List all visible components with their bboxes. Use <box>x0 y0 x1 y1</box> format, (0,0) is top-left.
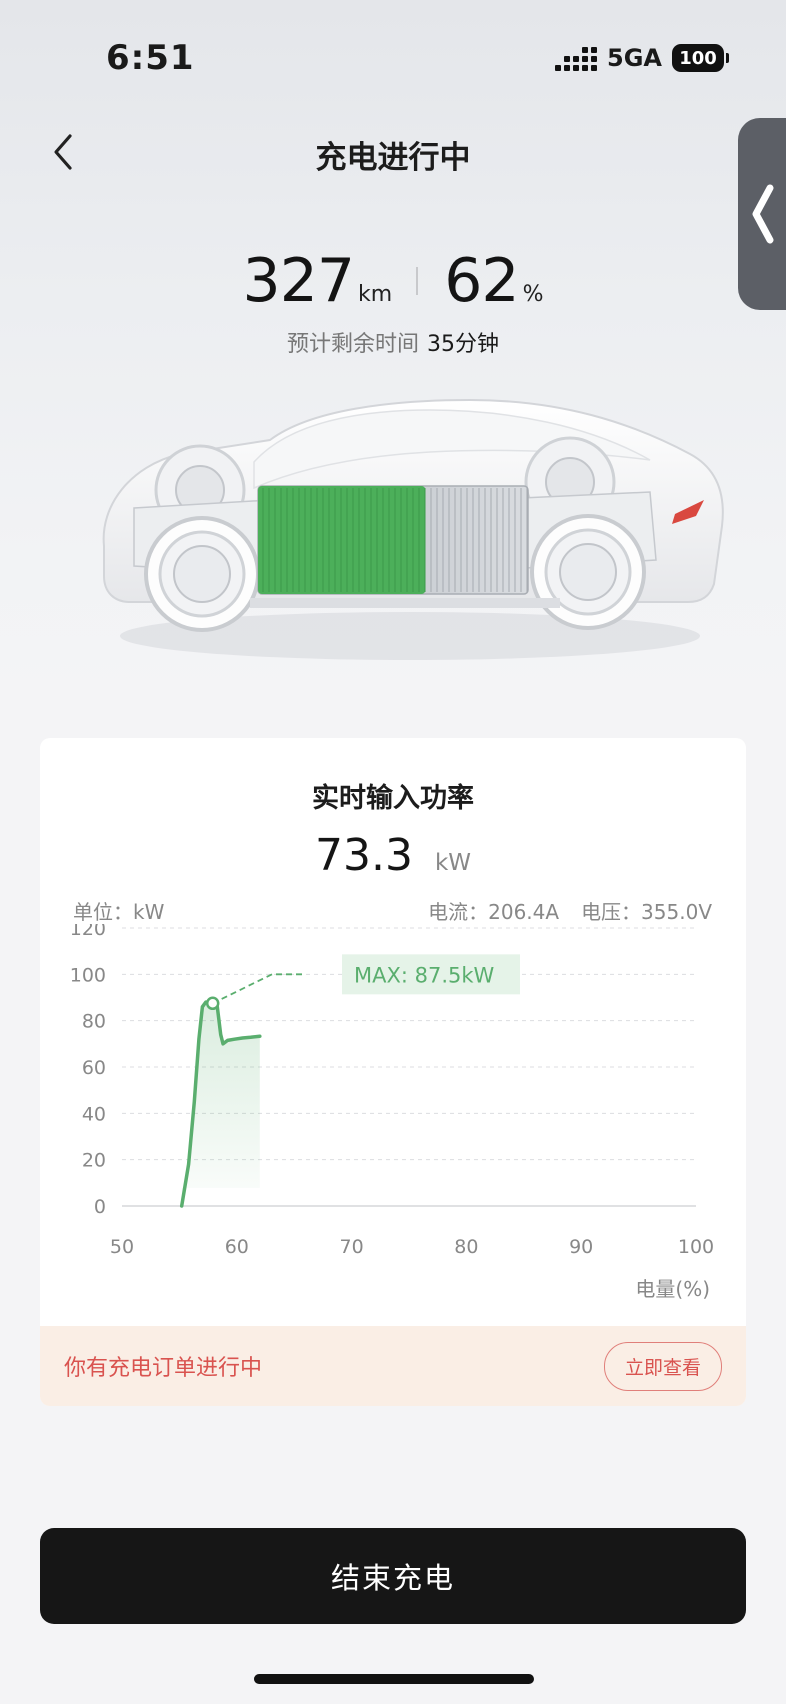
status-indicators: 5GA 100 <box>555 44 729 72</box>
order-banner: 你有充电订单进行中 立即查看 <box>40 1326 746 1406</box>
divider <box>416 267 419 295</box>
remaining-label: 预计剩余时间 <box>286 332 419 357</box>
nav-bar: 充电进行中 <box>0 118 786 188</box>
x-tick-label: 70 <box>340 1236 364 1258</box>
power-readout: 73.3 kW <box>40 830 746 881</box>
x-axis-label: 电量(%) <box>635 1277 710 1301</box>
battery-pack <box>257 485 529 595</box>
y-tick-label: 0 <box>94 1196 106 1218</box>
power-chart: 0 20 40 60 80 100 120 50 60 70 80 90 100 电量(%) MAX: 87… <box>70 924 714 1301</box>
y-tick-label: 40 <box>82 1103 106 1125</box>
max-point <box>205 996 220 1011</box>
end-charging-button[interactable]: 结束充电 <box>40 1528 746 1624</box>
network-type: 5GA <box>607 44 662 72</box>
home-indicator <box>254 1674 534 1684</box>
electrical-readings: 电流：206.4A 电压：355.0V <box>406 896 712 925</box>
car-battery-illustration <box>102 398 724 660</box>
status-bar: 6:51 5GA 100 <box>0 0 786 110</box>
soc-value: 62 <box>444 246 519 316</box>
charge-summary: 327 km 62 % <box>0 246 786 316</box>
x-tick-label: 90 <box>569 1236 593 1258</box>
chevron-left-icon <box>752 184 774 244</box>
remaining-time: 预计剩余时间 35分钟 <box>0 326 786 358</box>
y-tick-label: 100 <box>70 964 106 986</box>
x-tick-label: 60 <box>225 1236 249 1258</box>
view-order-button[interactable]: 立即查看 <box>603 1341 722 1391</box>
card-title: 实时输入功率 <box>312 783 474 814</box>
soc-unit: % <box>522 282 544 307</box>
status-time: 6:51 <box>106 38 195 78</box>
power-unit: kW <box>434 850 472 876</box>
y-tick-label: 20 <box>82 1150 106 1172</box>
range-value: 327 <box>242 246 356 316</box>
battery-level: 100 <box>679 47 717 69</box>
order-text: 你有充电订单进行中 <box>64 1356 263 1381</box>
page-title: 充电进行中 <box>315 140 471 176</box>
current-reading: 电流：206.4A <box>428 900 560 924</box>
signal-icon <box>555 45 598 71</box>
power-card: 实时输入功率 73.3 kW 单位：kW 电流：206.4A 电压：355.0V 0… <box>40 738 746 1406</box>
y-tick-label: 80 <box>82 1011 106 1033</box>
voltage-reading: 电压：355.0V <box>581 900 712 924</box>
y-tick-label: 120 <box>70 924 106 940</box>
remaining-value: 35分钟 <box>427 332 499 357</box>
x-tick-label: 80 <box>454 1236 478 1258</box>
x-tick-label: 100 <box>678 1236 714 1258</box>
battery-icon: 100 <box>672 44 729 72</box>
max-connector <box>212 973 302 1005</box>
range-unit: km <box>358 282 393 307</box>
chart-unit-label: 单位：kW <box>73 900 165 924</box>
x-tick-label: 50 <box>110 1236 134 1258</box>
max-label: MAX: 87.5kW <box>354 963 495 987</box>
power-value: 73.3 <box>314 830 413 881</box>
y-tick-label: 60 <box>82 1057 106 1079</box>
